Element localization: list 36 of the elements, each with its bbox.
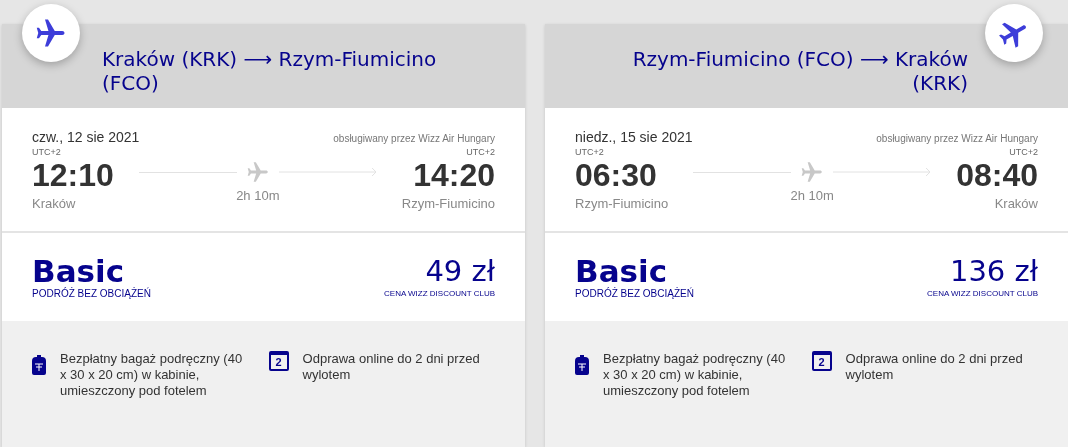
flight-date: niedz., 15 sie 2021 — [575, 128, 693, 146]
fare-subtitle: PODRÓŻ BEZ OBCIĄŻEŃ — [575, 288, 694, 300]
arrival-time: 14:20 — [413, 158, 495, 192]
flight-duration: 2h 10m — [790, 187, 834, 205]
price-note: CENA WIZZ DISCOUNT CLUB — [927, 288, 1038, 300]
departure-time: 12:10 — [32, 158, 114, 192]
departure-time: 06:30 — [575, 158, 657, 192]
arrival-city: Rzym-Fiumicino — [401, 195, 495, 213]
feature-text: Odprawa online do 2 dni przed wylotem — [302, 351, 481, 383]
departure-city: Kraków — [32, 195, 76, 213]
fare-price: 49 zł — [425, 254, 495, 288]
feature-text: Bezpłatny bagaż podręczny (40 x 30 x 20 cm) w kabinie, umieszczony pod fotelem — [60, 351, 244, 399]
arrival-time: 08:40 — [956, 158, 1038, 192]
timezone-label: UTC+2 — [32, 147, 61, 158]
calendar-icon: 2 — [268, 351, 289, 371]
route-title: Rzym-Fiumicino (FCO) ⟶ Kraków (KRK) — [631, 46, 968, 95]
timezone-label: UTC+2 — [466, 147, 495, 158]
feature-text: Bezpłatny bagaż podręczny (40 x 30 x 20 cm) w kabinie, umieszczony pod fotelem — [603, 351, 787, 399]
timezone-label: UTC+2 — [575, 147, 604, 158]
backpack-icon — [575, 355, 589, 375]
feature-text: Odprawa online do 2 dni przed wylotem — [845, 351, 1024, 383]
price-note: CENA WIZZ DISCOUNT CLUB — [384, 288, 495, 300]
route-title: Kraków (KRK) ⟶ Rzym-Fiumicino (FCO) — [102, 46, 438, 95]
fare-price: 136 zł — [949, 254, 1038, 288]
fare-name: Basic — [32, 254, 124, 288]
flight-duration: 2h 10m — [236, 187, 280, 205]
arrival-city: Kraków — [994, 195, 1038, 213]
operator-note: obsługiwany przez Wizz Air Hungary — [333, 132, 495, 146]
fare-subtitle: PODRÓŻ BEZ OBCIĄŻEŃ — [32, 288, 151, 300]
flight-date: czw., 12 sie 2021 — [32, 128, 140, 146]
fare-name: Basic — [575, 254, 667, 288]
operator-note: obsługiwany przez Wizz Air Hungary — [876, 132, 1038, 146]
backpack-icon — [32, 355, 46, 375]
timezone-label: UTC+2 — [1009, 147, 1038, 158]
departure-city: Rzym-Fiumicino — [575, 195, 669, 213]
calendar-icon: 2 — [811, 351, 832, 371]
